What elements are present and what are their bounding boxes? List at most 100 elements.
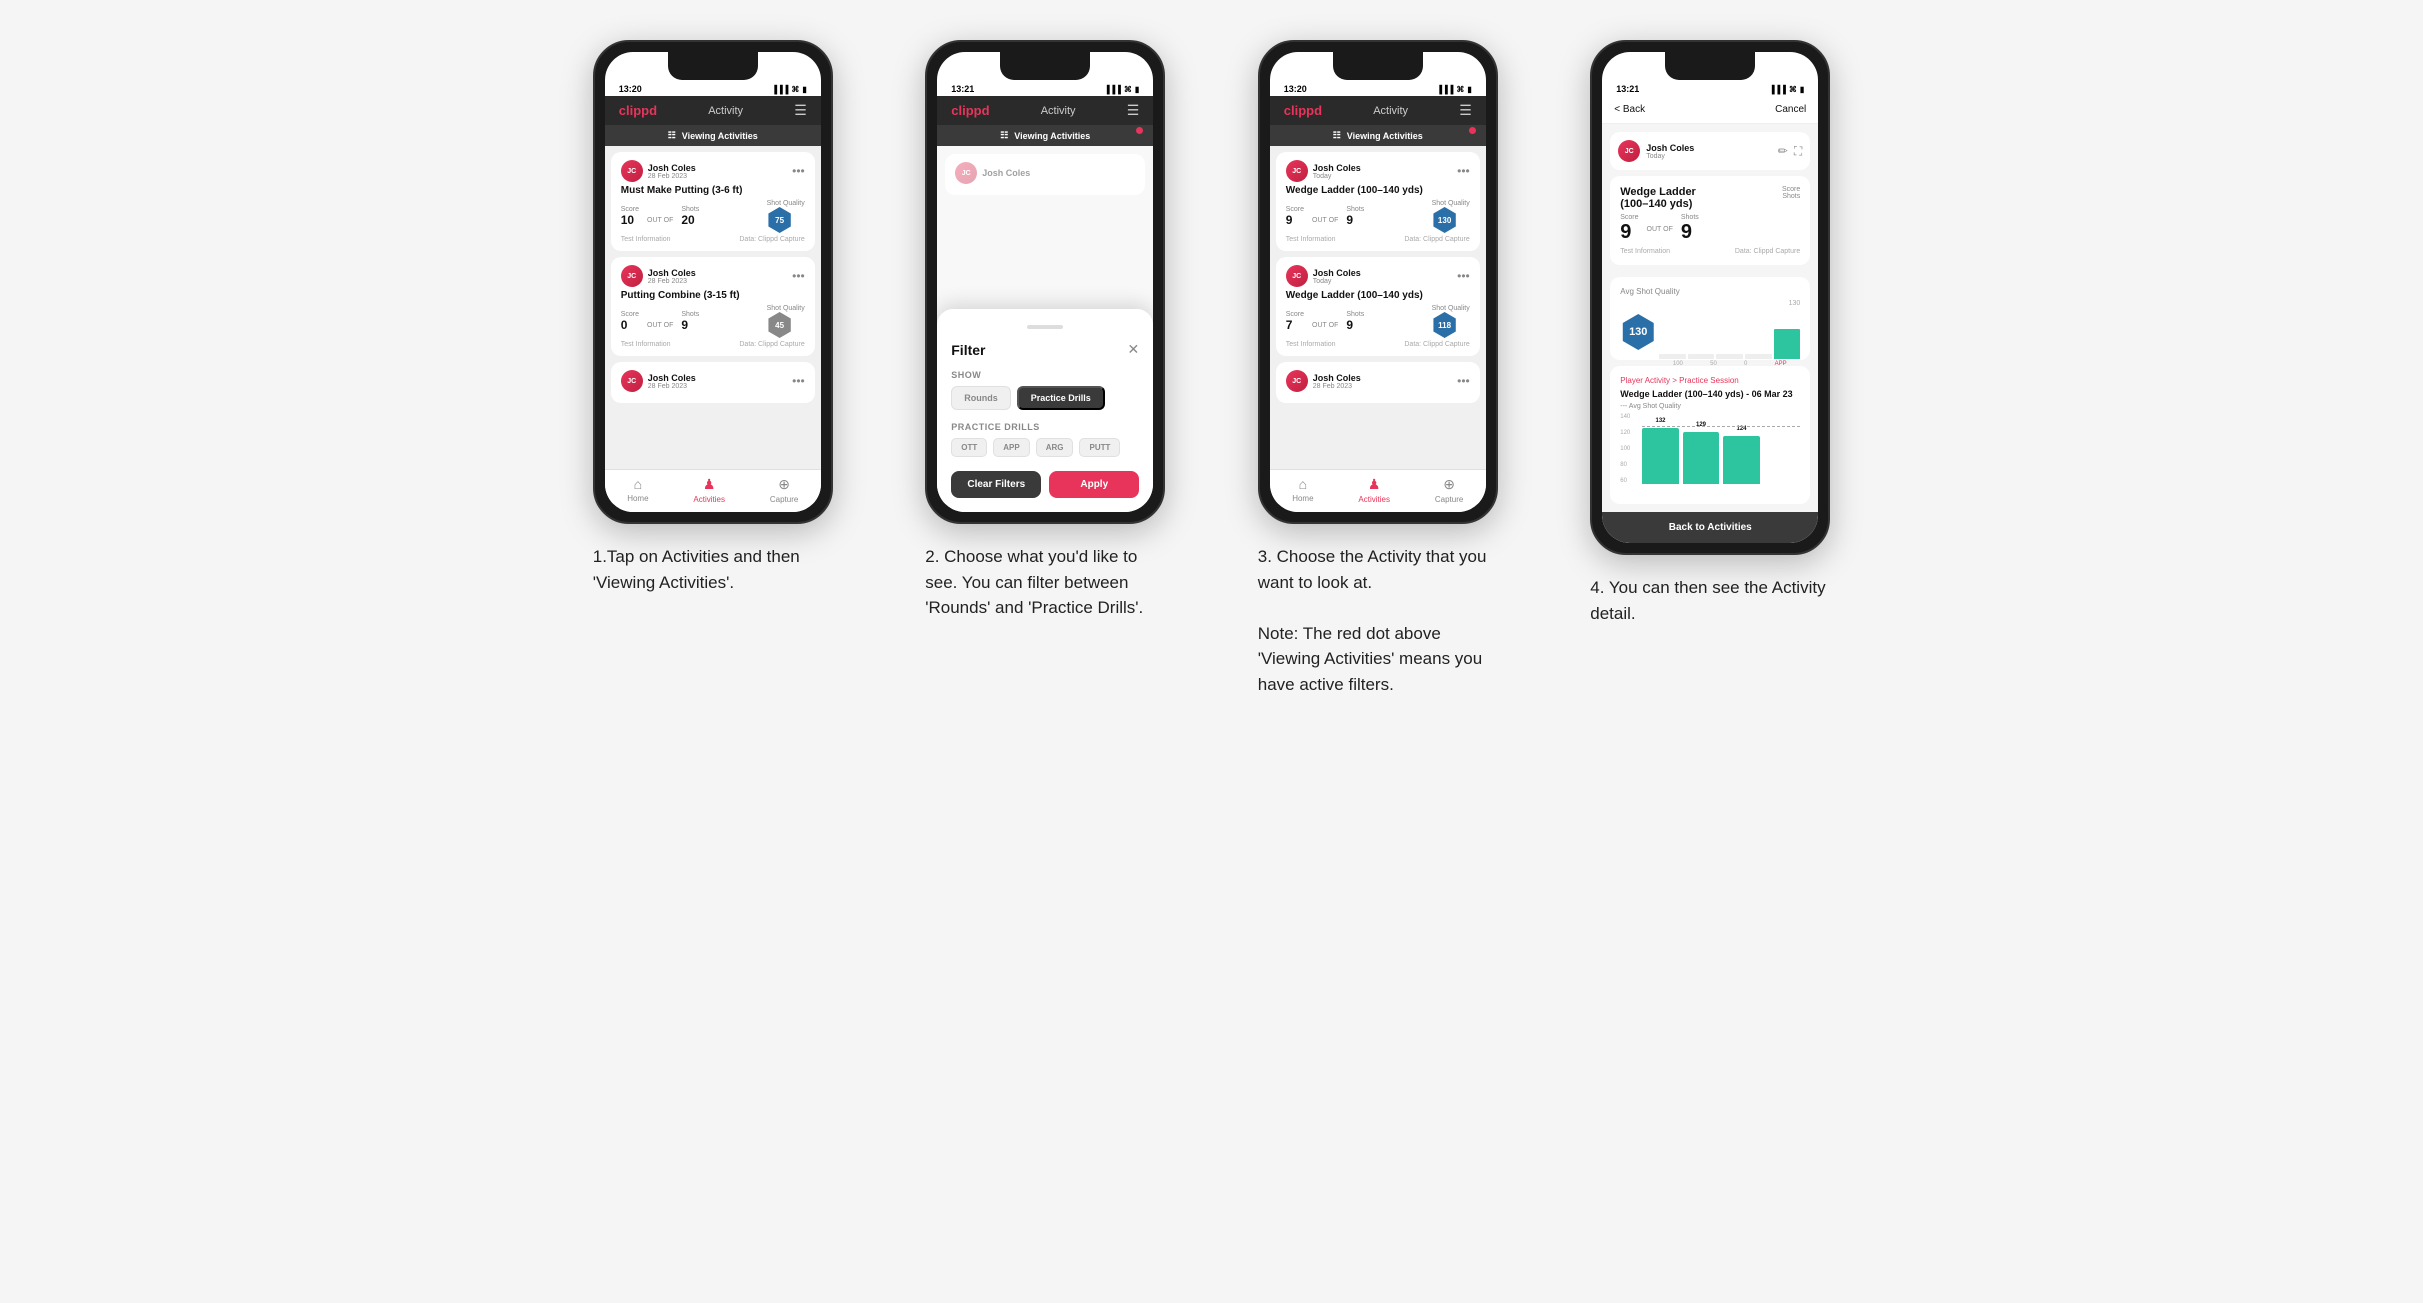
- signal-icon-1: ▐▐▐: [771, 85, 788, 94]
- nav-capture-3[interactable]: ⊕ Capture: [1435, 476, 1463, 504]
- stat-shots-1-1: Shots 20: [681, 206, 699, 227]
- nav-capture-1[interactable]: ⊕ Capture: [770, 476, 798, 504]
- filter-label-2: Viewing Activities: [1014, 131, 1090, 141]
- apply-btn-2[interactable]: Apply: [1049, 471, 1139, 498]
- app-nav-2: clippd Activity ☰: [937, 96, 1153, 125]
- status-bar-3: 13:20 ▐▐▐ ⌘ ▮: [1270, 80, 1486, 96]
- edit-icon-4[interactable]: ✏: [1778, 144, 1788, 159]
- caption-3: 3. Choose the Activity that you want to …: [1258, 544, 1498, 697]
- phone-4-notch: [1665, 52, 1755, 80]
- stat-score-1-1: Score 10: [621, 206, 639, 227]
- logo-1: clippd: [619, 103, 657, 118]
- caption-1: 1.Tap on Activities and then 'Viewing Ac…: [593, 544, 833, 595]
- activity-card-3-1[interactable]: JC Josh Coles Today ••• Wedge Ladder (10…: [1276, 152, 1480, 251]
- card-header-1-2: JC Josh Coles 28 Feb 2023 •••: [621, 265, 805, 287]
- pill-putt-2[interactable]: PUTT: [1079, 438, 1120, 457]
- activity-card-3-3[interactable]: JC Josh Coles 28 Feb 2023 •••: [1276, 362, 1480, 403]
- menu-icon-1[interactable]: ☰: [794, 102, 807, 119]
- modal-header-2: Filter ✕: [951, 341, 1139, 358]
- capture-label-1: Capture: [770, 495, 798, 504]
- nav-title-2: Activity: [1041, 105, 1076, 117]
- status-time-2: 13:21: [951, 84, 974, 94]
- caption-2: 2. Choose what you'd like to see. You ca…: [925, 544, 1165, 621]
- filter-bar-2[interactable]: ☷ Viewing Activities: [937, 125, 1153, 146]
- activities-icon-1: ♟: [703, 476, 716, 493]
- cancel-link-4[interactable]: Cancel: [1775, 104, 1806, 115]
- phone-2-inner: 13:21 ▐▐▐ ⌘ ▮ clippd Activity ☰ ☷: [937, 52, 1153, 512]
- step-4-col: 13:21 ▐▐▐ ⌘ ▮ < Back Cancel: [1559, 40, 1862, 697]
- bg-card-2: JC Josh Coles: [945, 154, 1145, 195]
- red-dot-3: [1469, 127, 1476, 134]
- dots-menu-1-1[interactable]: •••: [792, 164, 805, 178]
- pill-ott-2[interactable]: OTT: [951, 438, 987, 457]
- step-1-col: 13:20 ▐▐▐ ⌘ ▮ clippd Activity ☰: [562, 40, 865, 697]
- capture-icon-3: ⊕: [1443, 476, 1455, 493]
- activity-card-1-3[interactable]: JC Josh Coles 28 Feb 2023 •••: [611, 362, 815, 403]
- pill-group-2: Rounds Practice Drills: [951, 386, 1139, 410]
- main-stat-card-4: Wedge Ladder(100–140 yds) Score Shots Sc…: [1610, 176, 1810, 265]
- clear-filters-btn-2[interactable]: Clear Filters: [951, 471, 1041, 498]
- nav-title-3: Activity: [1373, 105, 1408, 117]
- wifi-icon-1: ⌘: [791, 85, 799, 94]
- phone-3-wrapper: 13:20 ▐▐▐ ⌘ ▮ clippd Activity ☰ ☷: [1258, 40, 1498, 524]
- pill-app-2[interactable]: APP: [993, 438, 1029, 457]
- expand-icon-4[interactable]: ⛶: [1794, 144, 1802, 159]
- bar-chart-4: 140 120 100 80 60 132: [1620, 414, 1800, 494]
- bottom-nav-3: ⌂ Home ♟ Activities ⊕ Capture: [1270, 469, 1486, 512]
- back-link-4[interactable]: < Back: [1614, 104, 1645, 115]
- bar-1-4: 132: [1642, 428, 1679, 484]
- phone-1-wrapper: 13:20 ▐▐▐ ⌘ ▮ clippd Activity ☰: [593, 40, 833, 524]
- shots-val-1-1: 20: [681, 213, 699, 227]
- status-time-3: 13:20: [1284, 84, 1307, 94]
- quality-label-1-1: Shot Quality: [767, 200, 805, 207]
- phone-2-wrapper: 13:21 ▐▐▐ ⌘ ▮ clippd Activity ☰ ☷: [925, 40, 1165, 524]
- score-val-1-1: 10: [621, 213, 639, 227]
- info-row-1-1: Test Information Data: Clippd Capture: [621, 236, 805, 243]
- pill-rounds-2[interactable]: Rounds: [951, 386, 1011, 410]
- close-btn-2[interactable]: ✕: [1128, 341, 1140, 358]
- activity-title-1-1: Must Make Putting (3-6 ft): [621, 185, 805, 196]
- bar-2-4: 129: [1683, 432, 1720, 485]
- nav-activities-3[interactable]: ♟ Activities: [1358, 476, 1390, 504]
- stat-out-1-1: OUT OF: [647, 210, 673, 224]
- activity-card-3-2[interactable]: JC Josh Coles Today ••• Wedge Ladder (10…: [1276, 257, 1480, 356]
- menu-icon-2[interactable]: ☰: [1127, 102, 1140, 119]
- pill-arg-2[interactable]: ARG: [1036, 438, 1074, 457]
- modal-title-2: Filter: [951, 342, 985, 358]
- filter-bar-3[interactable]: ☷ Viewing Activities: [1270, 125, 1486, 146]
- status-time-4: 13:21: [1616, 84, 1639, 94]
- phone-4-inner: 13:21 ▐▐▐ ⌘ ▮ < Back Cancel: [1602, 52, 1818, 543]
- shots-label-1-1: Shots: [681, 206, 699, 213]
- step-3-col: 13:20 ▐▐▐ ⌘ ▮ clippd Activity ☰ ☷: [1227, 40, 1530, 697]
- menu-icon-3[interactable]: ☰: [1459, 102, 1472, 119]
- user-name-1-2: Josh Coles: [648, 268, 696, 278]
- phone-2-notch: [1000, 52, 1090, 80]
- activities-icon-3: ♟: [1368, 476, 1381, 493]
- phone-2: 13:21 ▐▐▐ ⌘ ▮ clippd Activity ☰ ☷: [925, 40, 1165, 524]
- avatar-4: JC: [1618, 140, 1640, 162]
- activity-card-1-2[interactable]: JC Josh Coles 28 Feb 2023 ••• Putting Co…: [611, 257, 815, 356]
- battery-icon-1: ▮: [802, 85, 806, 94]
- filter-modal-2[interactable]: Filter ✕ Show Rounds Practice Drills Pra…: [937, 309, 1153, 512]
- pill-practice-2[interactable]: Practice Drills: [1017, 386, 1105, 410]
- practice-drills-label-2: Practice Drills: [951, 422, 1139, 432]
- nav-home-3[interactable]: ⌂ Home: [1292, 476, 1313, 504]
- chart-x-label-4: APP: [1775, 361, 1787, 367]
- bar-3-4: 124: [1723, 436, 1760, 484]
- stats-row-1-1: Score 10 OUT OF Shots 20: [621, 200, 805, 233]
- nav-activities-1[interactable]: ♟ Activities: [693, 476, 725, 504]
- info-right-1-1: Data: Clippd Capture: [739, 236, 804, 243]
- quality-badge-1-1: 75: [767, 207, 793, 233]
- activity-card-1-1[interactable]: JC Josh Coles 28 Feb 2023 ••• Must Make …: [611, 152, 815, 251]
- dots-menu-1-2[interactable]: •••: [792, 269, 805, 283]
- filter-bar-1[interactable]: ☷ Viewing Activities: [605, 125, 821, 146]
- nav-home-1[interactable]: ⌂ Home: [627, 476, 648, 504]
- home-icon-1: ⌂: [634, 476, 642, 492]
- phone-1: 13:20 ▐▐▐ ⌘ ▮ clippd Activity ☰: [593, 40, 833, 524]
- activity-feed-3: JC Josh Coles Today ••• Wedge Ladder (10…: [1270, 146, 1486, 469]
- home-icon-3: ⌂: [1299, 476, 1307, 492]
- nav-title-1: Activity: [708, 105, 743, 117]
- avatar-1-2: JC: [621, 265, 643, 287]
- back-to-activities-btn-4[interactable]: Back to Activities: [1602, 512, 1818, 543]
- info-left-1-1: Test Information: [621, 236, 671, 243]
